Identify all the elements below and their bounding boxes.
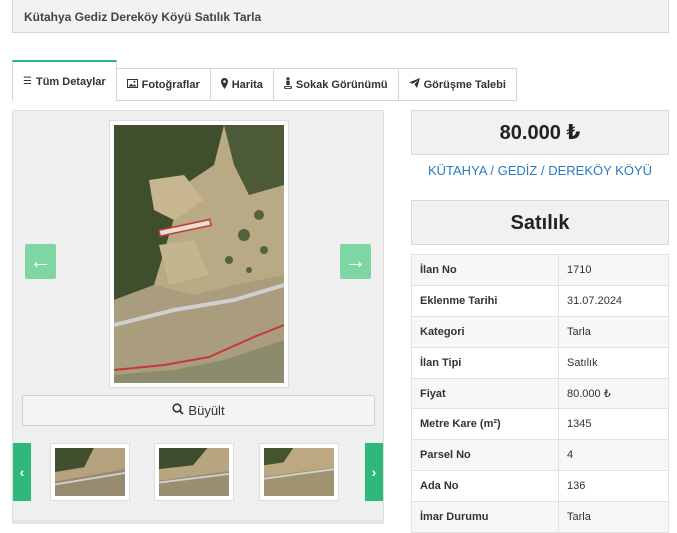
paper-plane-icon <box>408 78 420 91</box>
search-icon <box>172 403 185 418</box>
tab-map[interactable]: Harita <box>210 68 274 101</box>
thumbs-prev-button[interactable]: ‹ <box>13 443 31 501</box>
next-photo-button[interactable]: → <box>340 244 371 279</box>
location-city-link[interactable]: KÜTAHYA <box>428 163 487 178</box>
prev-photo-button[interactable]: ← <box>25 244 56 279</box>
thumbnail-image <box>55 448 125 496</box>
tab-bar: ☰ Tüm Detaylar Fotoğraflar Harita Sokak … <box>12 60 517 101</box>
table-row: İmar Durumu Tarla <box>411 501 669 533</box>
chevron-right-icon: › <box>371 464 377 480</box>
location-separator: / <box>540 163 545 178</box>
tab-photos[interactable]: Fotoğraflar <box>116 68 211 101</box>
detail-value: 1345 <box>558 408 669 441</box>
detail-key: Eklenme Tarihi <box>411 284 559 317</box>
tab-label: Fotoğraflar <box>141 78 200 91</box>
tab-all-details[interactable]: ☰ Tüm Detaylar <box>12 60 117 101</box>
table-row: Metre Kare (m²) 1345 <box>411 408 669 441</box>
main-photo[interactable] <box>109 120 289 388</box>
table-row: Ada No 136 <box>411 470 669 503</box>
table-row: Parsel No 4 <box>411 439 669 472</box>
detail-key: İmar Durumu <box>411 501 559 533</box>
tab-label: Tüm Detaylar <box>35 75 106 88</box>
enlarge-label: Büyült <box>188 403 225 418</box>
table-row: İlan No 1710 <box>411 254 669 286</box>
detail-value: Satılık <box>558 346 669 379</box>
thumbnail-image <box>264 448 334 496</box>
detail-key: Metre Kare (m²) <box>411 408 559 441</box>
detail-key: Parsel No <box>411 439 559 472</box>
map-marker-icon <box>220 77 228 92</box>
enlarge-button[interactable]: Büyült <box>22 395 375 426</box>
page-title: Kütahya Gediz Dereköy Köyü Satılık Tarla <box>12 0 669 33</box>
tab-label: Görüşme Talebi <box>423 78 506 91</box>
detail-key: İlan No <box>411 254 559 286</box>
arrow-left-icon: ← <box>29 248 52 273</box>
table-row: Eklenme Tarihi 31.07.2024 <box>411 284 669 317</box>
location-district-link[interactable]: GEDİZ <box>498 163 538 178</box>
details-table: İlan No 1710 Eklenme Tarihi 31.07.2024 K… <box>411 254 669 533</box>
thumbnail[interactable] <box>154 443 234 501</box>
location-village-link[interactable]: DEREKÖY KÖYÜ <box>548 163 652 178</box>
location-breadcrumb: KÜTAHYA / GEDİZ / DEREKÖY KÖYÜ <box>411 163 669 178</box>
tab-label: Sokak Görünümü <box>295 78 388 91</box>
thumbnail[interactable] <box>259 443 339 501</box>
detail-key: Fiyat <box>411 377 559 410</box>
list-icon: ☰ <box>23 76 32 87</box>
detail-value: 4 <box>558 439 669 472</box>
tab-meeting-request[interactable]: Görüşme Talebi <box>398 68 517 101</box>
price-display: 80.000 ₺ <box>411 110 669 155</box>
table-row: Kategori Tarla <box>411 315 669 348</box>
detail-value: 31.07.2024 <box>558 284 669 317</box>
gallery-footer-divider <box>13 520 383 524</box>
thumbnail[interactable] <box>50 443 130 501</box>
image-icon <box>126 78 138 91</box>
detail-value: Tarla <box>558 315 669 348</box>
photo-gallery: ← → Büyült ‹ › <box>12 110 384 524</box>
detail-key: İlan Tipi <box>411 346 559 379</box>
detail-value: 80.000 ₺ <box>558 377 669 410</box>
aerial-photo <box>114 125 284 383</box>
thumbs-next-button[interactable]: › <box>365 443 383 501</box>
detail-key: Ada No <box>411 470 559 503</box>
chevron-left-icon: ‹ <box>19 464 25 480</box>
listing-status: Satılık <box>411 200 669 245</box>
detail-key: Kategori <box>411 315 559 348</box>
detail-value: Tarla <box>558 501 669 533</box>
street-view-icon <box>283 77 293 92</box>
tab-label: Harita <box>231 78 263 91</box>
arrow-right-icon: → <box>344 248 367 273</box>
table-row: İlan Tipi Satılık <box>411 346 669 379</box>
detail-value: 136 <box>558 470 669 503</box>
thumbnail-strip: ‹ › <box>13 443 383 501</box>
table-row: Fiyat 80.000 ₺ <box>411 377 669 410</box>
location-separator: / <box>490 163 494 178</box>
tab-street-view[interactable]: Sokak Görünümü <box>273 68 399 101</box>
detail-value: 1710 <box>558 254 669 286</box>
thumbnail-image <box>159 448 229 496</box>
